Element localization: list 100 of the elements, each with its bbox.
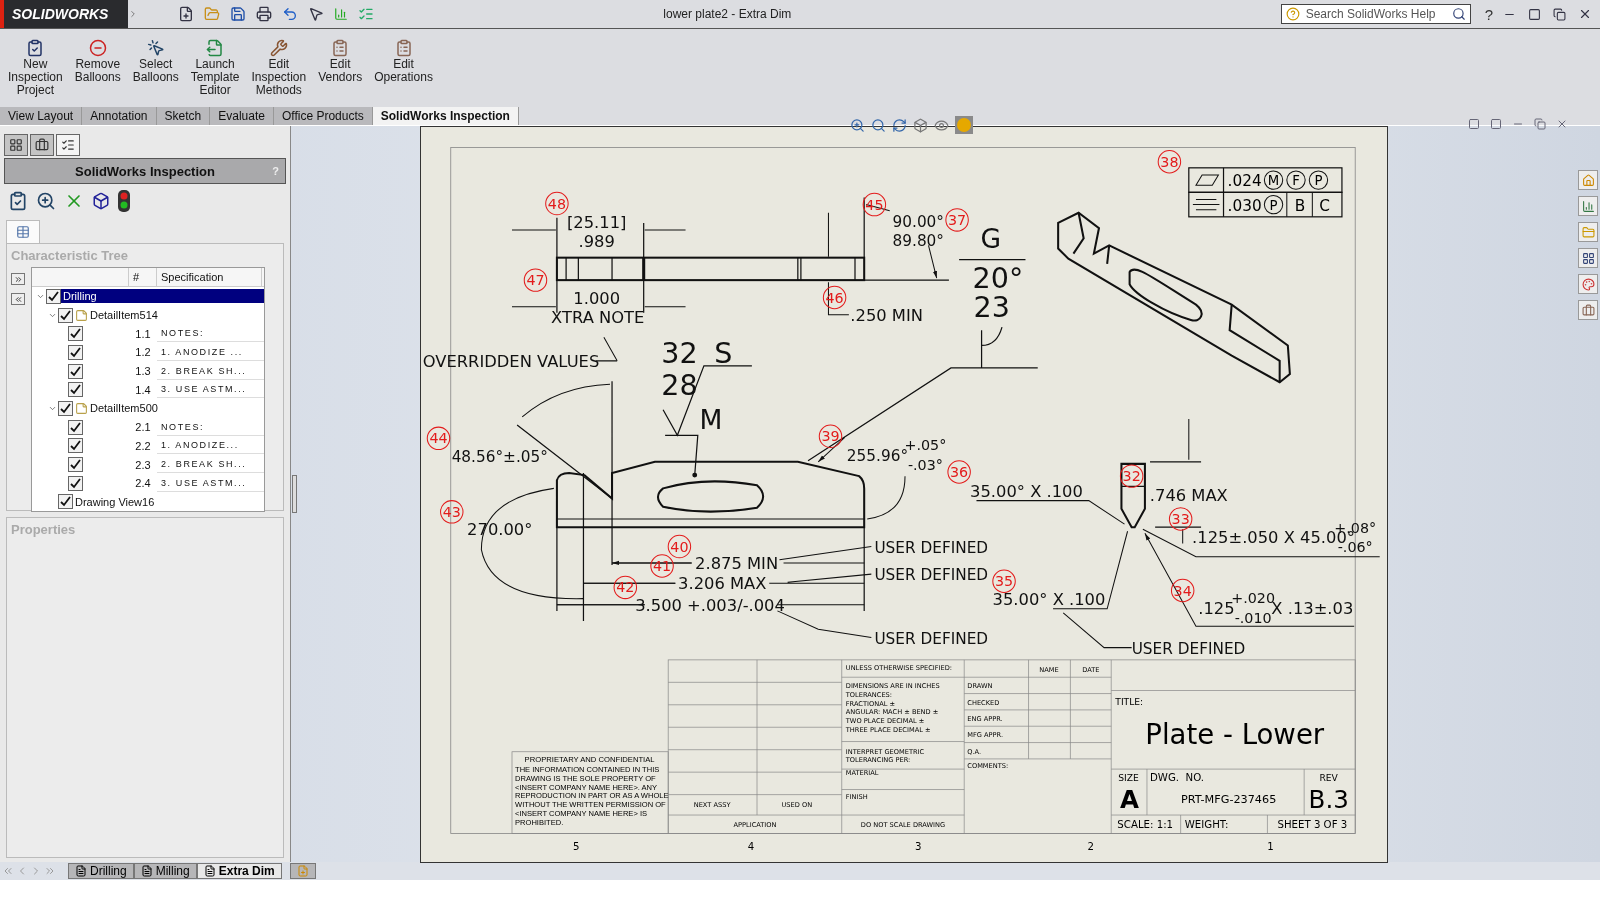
finish-symbol-text: 28 [661,368,698,403]
view-cube-icon[interactable] [913,117,928,133]
balloon[interactable]: 47 [523,268,548,292]
appearance-icon[interactable] [1578,274,1598,294]
tile-icon[interactable] [1490,118,1502,130]
checkbox[interactable] [46,288,61,304]
magnifier-icon[interactable] [36,191,56,211]
search-icon[interactable] [1451,7,1466,21]
balloon[interactable]: 38 [1157,149,1182,174]
note-icon [75,308,88,322]
sheet-tab[interactable]: Drilling [68,863,134,879]
datum-letter: B [1294,196,1306,215]
undo-icon[interactable] [282,6,298,22]
ribbon-button[interactable]: Edit Vendors [314,39,367,84]
ribbon-button[interactable]: Edit Operations [370,39,437,84]
ribbon-button[interactable]: Edit Inspection Methods [247,39,311,97]
zoom-icon[interactable] [850,117,865,133]
table-icon [16,225,30,239]
checkbox[interactable] [68,419,83,435]
select-pointer-icon[interactable] [308,6,324,22]
checklist-icon[interactable] [8,191,28,211]
panel-tab[interactable] [56,134,80,156]
balloon[interactable]: 48 [545,191,569,216]
zone-label: 1 [1267,840,1274,852]
balloon[interactable]: 37 [945,208,969,232]
sheet-tab[interactable]: Milling [133,863,197,879]
item-number: 2.4 [134,477,152,490]
help-button[interactable]: ? [1484,5,1493,23]
dimension-text: 89.80° [892,232,944,251]
panel-tab[interactable] [4,134,28,156]
checkbox[interactable] [68,326,83,342]
dimension-text: XTRA NOTE [551,308,645,327]
specification-text: 1. ANODIZE... [157,437,264,455]
checkbox[interactable] [58,307,73,323]
tree-node[interactable]: Drilling [61,289,264,304]
ribbon-button[interactable]: Select Balloons [128,39,183,84]
rotate-icon[interactable] [892,117,907,133]
collapse-all-button[interactable] [11,293,25,305]
checkbox[interactable] [68,457,83,473]
search-field[interactable]: Search SolidWorks Help [1280,4,1471,24]
app-logo: SOLIDWORKS [0,0,128,28]
ribbon-button[interactable]: Remove Balloons [70,39,125,84]
command-tab[interactable]: Annotation [82,107,157,125]
column-header: Specification [157,268,262,286]
checkbox[interactable] [58,494,73,510]
balloon[interactable]: 32 [1119,464,1144,488]
zone-label: 3 [915,840,922,852]
balloon[interactable]: 39 [818,424,843,449]
finish-symbol-text: M [699,404,723,436]
new-document-icon[interactable] [178,6,194,22]
checkbox[interactable] [68,363,83,379]
modifier-symbol: P [1308,170,1329,190]
tree-node[interactable]: DetailItem500 [88,401,160,416]
balloon[interactable]: 44 [426,426,451,451]
checkbox[interactable] [68,475,83,491]
tree-node[interactable]: Drawing View16 [73,494,157,509]
command-tab[interactable]: Office Products [273,107,373,125]
expand-all-button[interactable] [11,273,25,285]
dimension-text: 90.00° [892,213,944,232]
tile-icon[interactable] [1528,7,1541,21]
flatness-symbol [1195,174,1220,186]
command-tab[interactable]: SolidWorks Inspection [372,107,519,125]
dimension-text: 2.875 MIN [695,554,779,573]
balloon[interactable]: 40 [667,534,692,559]
save-icon[interactable] [230,6,246,22]
checkbox[interactable] [68,382,83,398]
ribbon-button[interactable]: New Inspection Project [4,39,67,97]
command-tab[interactable]: Sketch [156,107,211,125]
dimension-text: 255.96° [846,446,909,465]
checkbox[interactable] [68,344,83,360]
balloon[interactable]: 35 [992,569,1016,593]
splitter-handle[interactable] [291,475,297,513]
item-number: 1.1 [134,327,152,340]
panel-title: SolidWorks Inspection [75,163,215,179]
close-icon[interactable] [1556,118,1568,130]
ribbon-button[interactable]: Launch Template Editor [186,39,244,97]
close-icon[interactable] [1578,7,1592,21]
tile-icon[interactable] [1468,118,1480,130]
command-tab[interactable]: View Layout [0,107,83,125]
balloon[interactable]: 42 [613,575,638,600]
home-icon[interactable] [1578,170,1598,190]
clipboard-check-icon [26,39,45,57]
balloon[interactable]: 43 [440,500,464,524]
print-icon[interactable] [256,6,272,22]
checkbox[interactable] [68,438,83,454]
zoom-icon[interactable] [871,117,886,133]
restore-icon[interactable] [1553,7,1566,21]
checkbox[interactable] [58,400,73,416]
sheet-tab[interactable]: Extra Dim [196,863,282,879]
command-tab[interactable]: Evaluate [210,107,274,125]
add-sheet-button[interactable] [289,863,316,879]
view-palette-icon[interactable] [1578,248,1598,268]
table-tab[interactable] [6,220,40,243]
balloon[interactable]: 36 [947,460,971,484]
datum-letter: C [1319,196,1330,215]
size-value: A [1120,784,1140,814]
display-icon[interactable] [934,117,949,133]
panel-tab[interactable] [30,134,54,156]
balloon[interactable]: 33 [1168,507,1193,531]
tree-node[interactable]: DetailItem514 [88,308,160,323]
